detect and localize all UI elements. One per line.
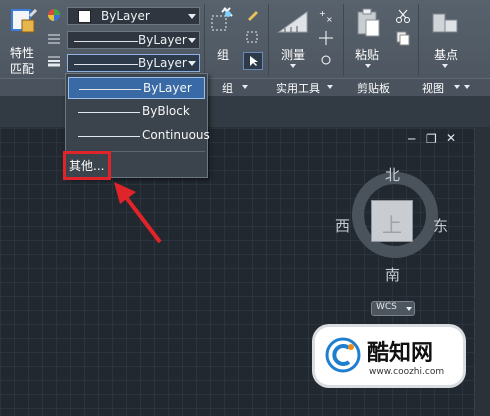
divider — [343, 4, 344, 76]
point-style-icon[interactable] — [318, 30, 334, 46]
paste-button[interactable]: 粘贴 — [350, 4, 386, 70]
measure-icon — [277, 11, 308, 33]
wcs-label: WCS — [376, 302, 397, 312]
svg-text:+: + — [319, 9, 326, 18]
paste-label: 粘贴 — [355, 48, 380, 62]
lineweight-icon[interactable] — [47, 54, 61, 68]
coozhi-logo-icon — [325, 337, 361, 373]
base-point-icon — [432, 13, 458, 33]
linetype-icon[interactable] — [47, 32, 61, 46]
chevron-down-icon — [365, 64, 371, 68]
dropdown-item-bylayer[interactable]: ByLayer — [68, 77, 205, 99]
color-swatch — [78, 10, 91, 23]
wcs-menu[interactable]: WCS — [371, 301, 415, 316]
panel-title-group[interactable]: 组 — [218, 80, 260, 95]
linetype-combo-value: ByLayer — [138, 33, 187, 47]
color-combo[interactable]: ByLayer — [67, 7, 200, 25]
line-preview — [78, 112, 140, 113]
cut-icon[interactable] — [395, 8, 411, 24]
divider — [268, 4, 269, 76]
match-properties-icon — [11, 8, 38, 33]
measure-label: 测量 — [281, 48, 306, 62]
line-preview — [79, 89, 141, 90]
linetype-preview — [74, 41, 138, 42]
dropdown-item-byblock[interactable]: ByBlock — [68, 101, 205, 123]
select-similar-icon[interactable] — [318, 52, 334, 68]
group-button[interactable]: 组 — [206, 4, 240, 64]
viewcube-top-face[interactable]: 上 — [371, 200, 413, 242]
match-properties-label-2: 匹配 — [10, 62, 35, 76]
watermark-brand: 酷知网 — [367, 341, 434, 366]
chevron-down-icon — [327, 85, 333, 89]
base-point-label: 基点 — [434, 48, 459, 62]
color-combo-value: ByLayer — [101, 9, 150, 23]
group-icon — [211, 7, 233, 31]
group-label: 组 — [217, 48, 230, 62]
lineweight-preview — [74, 64, 138, 65]
dropdown-item-continuous[interactable]: Continuous — [68, 125, 210, 147]
group-edit-icon[interactable] — [245, 8, 261, 22]
chevron-down-icon — [442, 64, 448, 68]
divider — [418, 4, 419, 76]
restore-icon[interactable]: ❐ — [426, 132, 437, 146]
measure-button[interactable]: 测量 — [273, 4, 313, 70]
cursor-icon — [250, 56, 258, 66]
match-properties-label-1: 特性 — [10, 46, 35, 60]
minimize-icon[interactable]: ─ — [408, 132, 415, 146]
linetype-combo[interactable]: ByLayer — [67, 31, 200, 49]
group-select-toggle[interactable] — [243, 52, 263, 70]
copy-icon[interactable] — [395, 30, 411, 46]
panel-title-utilities[interactable]: 实用工具 — [272, 80, 338, 95]
match-properties-button[interactable]: 特性 匹配 — [6, 4, 42, 76]
svg-text:×: × — [326, 15, 333, 24]
compass-east[interactable]: 东 — [433, 215, 448, 236]
annotation-arrow — [114, 182, 162, 244]
dropdown-item-other-label: 其他... — [69, 159, 105, 173]
chevron-down-icon — [464, 85, 470, 89]
chevron-down-icon — [454, 85, 460, 89]
color-wheel-icon[interactable] — [47, 8, 61, 22]
chevron-down-icon — [188, 61, 196, 66]
clipboard-icon — [357, 8, 380, 37]
watermark: 酷知网 www.coozhi.com — [315, 327, 463, 385]
lineweight-combo[interactable]: ByLayer — [67, 54, 200, 72]
compass-west[interactable]: 西 — [335, 215, 350, 236]
compass-south[interactable]: 南 — [385, 264, 400, 285]
chevron-down-icon — [242, 85, 248, 89]
dropdown-item-other[interactable]: 其他... — [63, 151, 111, 180]
chevron-down-icon — [188, 38, 196, 43]
chevron-down-icon — [406, 307, 412, 311]
base-point-button[interactable]: 基点 — [424, 4, 464, 70]
panel-title-view[interactable]: 视图 — [420, 80, 474, 95]
close-icon[interactable]: ✕ — [446, 131, 456, 145]
compass-north[interactable]: 北 — [385, 164, 400, 185]
vertical-scrollbar[interactable] — [474, 128, 490, 416]
divider — [204, 4, 205, 76]
quick-calc-icon[interactable]: +× — [318, 8, 334, 24]
watermark-url: www.coozhi.com — [369, 367, 445, 377]
viewcube-top-label: 上 — [382, 213, 402, 237]
ungroup-icon[interactable] — [245, 30, 261, 44]
line-preview — [78, 136, 140, 137]
chevron-down-icon — [188, 14, 196, 19]
lineweight-combo-value: ByLayer — [138, 56, 187, 70]
chevron-down-icon — [290, 64, 296, 68]
panel-title-clipboard: 剪贴板 — [357, 82, 390, 95]
